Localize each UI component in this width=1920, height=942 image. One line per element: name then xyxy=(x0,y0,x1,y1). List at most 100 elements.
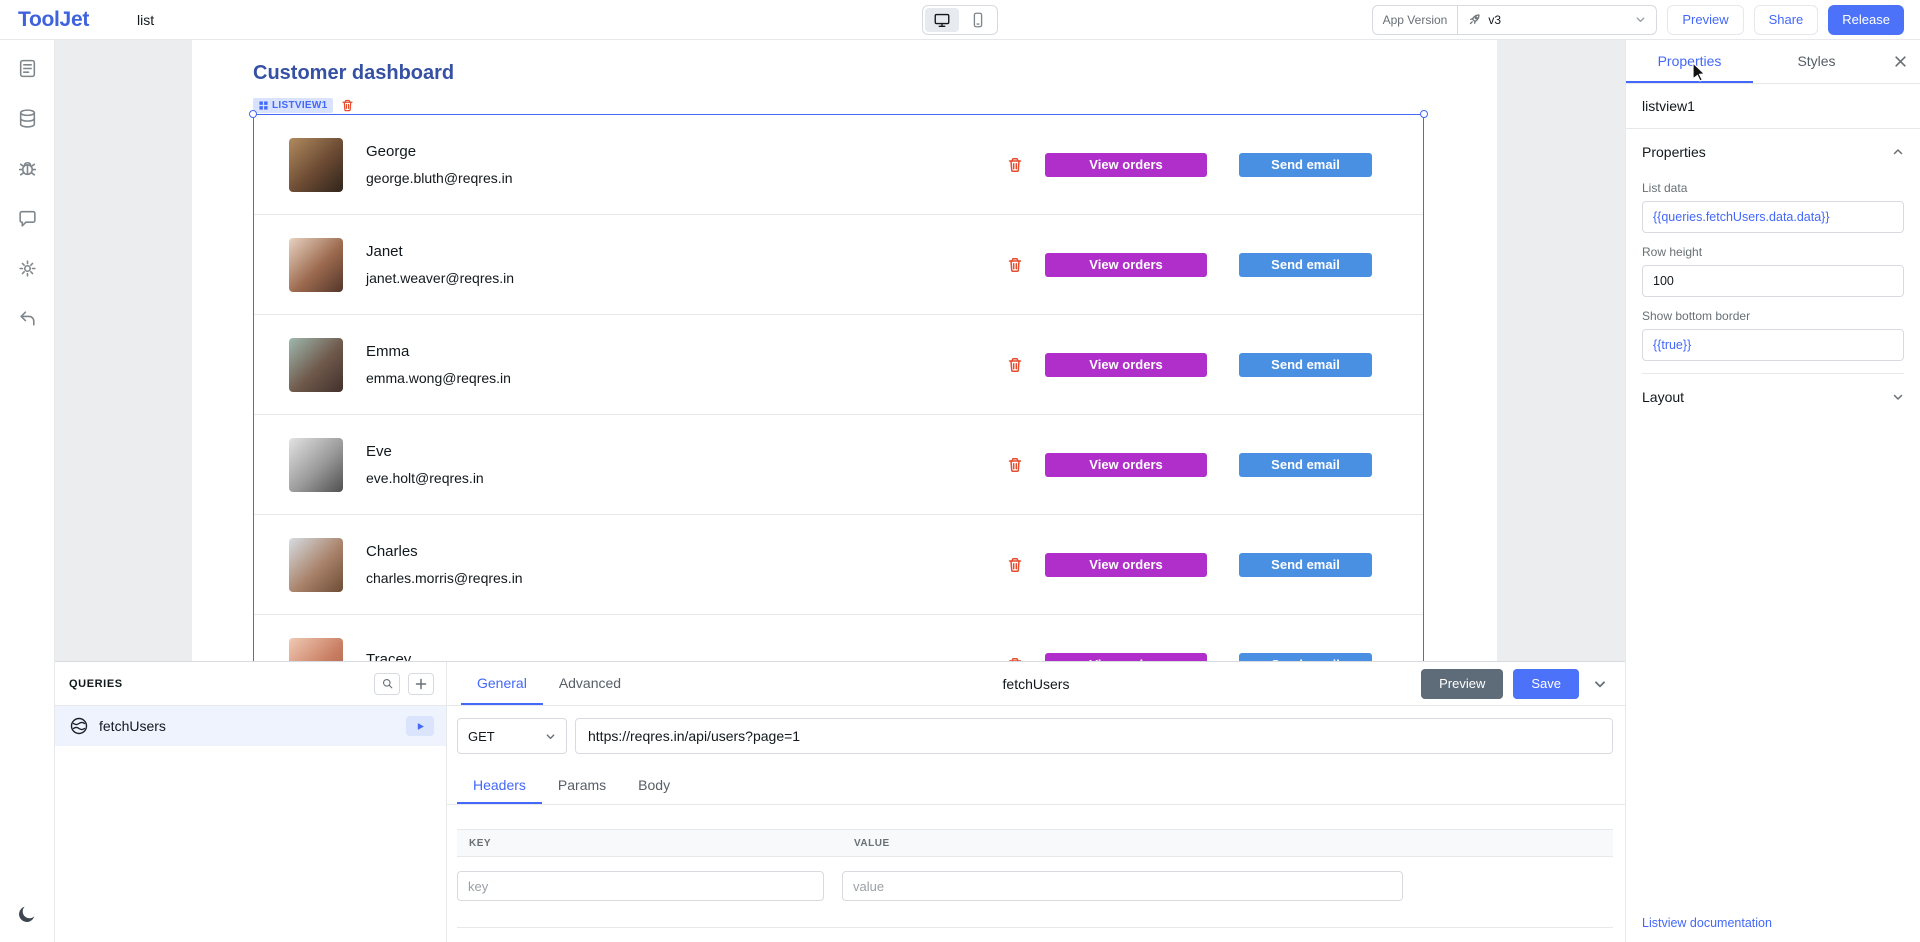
grid-icon xyxy=(259,101,268,110)
chevron-down-icon xyxy=(1892,391,1904,403)
inspector-panel: Properties Styles listview1 Properties L… xyxy=(1625,40,1920,942)
widget-badge[interactable]: LISTVIEW1 xyxy=(253,98,333,113)
documentation-link[interactable]: Listview documentation xyxy=(1626,904,1920,942)
pages-icon xyxy=(17,58,38,79)
view-orders-button[interactable]: View orders xyxy=(1045,353,1207,377)
delete-row-icon[interactable] xyxy=(1007,557,1023,573)
tab-params[interactable]: Params xyxy=(542,768,622,804)
comments-button[interactable] xyxy=(15,206,39,230)
query-list-item[interactable]: fetchUsers xyxy=(55,706,446,746)
send-email-button[interactable]: Send email xyxy=(1239,353,1372,377)
properties-section-title: Properties xyxy=(1642,144,1706,160)
delete-row-icon[interactable] xyxy=(1007,357,1023,373)
query-save-button[interactable]: Save xyxy=(1513,669,1579,699)
dark-mode-toggle[interactable] xyxy=(15,902,39,926)
customer-name: Emma xyxy=(366,343,511,360)
delete-row-icon[interactable] xyxy=(1007,457,1023,473)
http-method-select[interactable]: GET xyxy=(457,718,567,754)
device-toggle xyxy=(922,5,998,35)
listview-widget[interactable]: George george.bluth@reqres.in View order… xyxy=(253,114,1424,718)
settings-button[interactable] xyxy=(15,256,39,280)
tab-headers[interactable]: Headers xyxy=(457,768,542,804)
request-tabs: Headers Params Body xyxy=(447,768,1625,805)
view-orders-button[interactable]: View orders xyxy=(1045,453,1207,477)
row-height-input[interactable]: 100 xyxy=(1642,265,1904,297)
undo-icon xyxy=(17,308,38,329)
release-button[interactable]: Release xyxy=(1828,5,1904,35)
search-icon xyxy=(381,677,394,690)
share-button[interactable]: Share xyxy=(1754,5,1819,35)
database-icon xyxy=(17,108,38,129)
pages-panel-button[interactable] xyxy=(15,56,39,80)
tab-properties[interactable]: Properties xyxy=(1626,40,1753,83)
list-item: Charles charles.morris@reqres.in View or… xyxy=(254,515,1423,615)
view-orders-button[interactable]: View orders xyxy=(1045,253,1207,277)
debugger-button[interactable] xyxy=(15,156,39,180)
list-item: Janet janet.weaver@reqres.in View orders… xyxy=(254,215,1423,315)
selected-widget-name: listview1 xyxy=(1626,84,1920,129)
query-panel: QUERIES fetchUsers xyxy=(55,661,1625,942)
tab-styles[interactable]: Styles xyxy=(1753,40,1880,83)
tab-general[interactable]: General xyxy=(461,662,543,705)
search-queries-button[interactable] xyxy=(374,673,400,695)
tab-advanced[interactable]: Advanced xyxy=(543,662,637,705)
avatar xyxy=(289,138,343,192)
inspector-tabs: Properties Styles xyxy=(1626,40,1920,84)
send-email-button[interactable]: Send email xyxy=(1239,553,1372,577)
delete-widget-icon[interactable] xyxy=(341,99,354,112)
delete-row-icon[interactable] xyxy=(1007,257,1023,273)
widget-meta: LISTVIEW1 xyxy=(253,98,354,113)
undo-button[interactable] xyxy=(15,306,39,330)
resize-handle[interactable] xyxy=(1420,110,1428,118)
close-inspector-button[interactable] xyxy=(1880,40,1920,83)
header-value-input[interactable] xyxy=(842,871,1403,901)
mobile-view-button[interactable] xyxy=(961,8,995,32)
app-name[interactable]: list xyxy=(137,12,154,28)
show-bottom-border-input[interactable]: {{true}} xyxy=(1642,329,1904,361)
query-preview-button[interactable]: Preview xyxy=(1421,669,1503,699)
customer-name: Eve xyxy=(366,443,484,460)
value-column-header: VALUE xyxy=(854,838,1613,849)
properties-section-header[interactable]: Properties xyxy=(1642,129,1904,175)
datasources-button[interactable] xyxy=(15,106,39,130)
run-query-button[interactable] xyxy=(406,716,434,736)
moon-icon xyxy=(16,903,38,925)
layout-section-header[interactable]: Layout xyxy=(1642,374,1904,420)
customer-info: Janet janet.weaver@reqres.in xyxy=(366,243,514,286)
collapse-panel-icon[interactable] xyxy=(1589,673,1611,695)
preview-button[interactable]: Preview xyxy=(1667,5,1743,35)
customer-email: charles.morris@reqres.in xyxy=(366,570,523,586)
query-url-input[interactable] xyxy=(575,718,1613,754)
send-email-button[interactable]: Send email xyxy=(1239,453,1372,477)
desktop-view-button[interactable] xyxy=(925,8,959,32)
send-email-button[interactable]: Send email xyxy=(1239,253,1372,277)
customer-info: George george.bluth@reqres.in xyxy=(366,143,513,186)
list-data-label: List data xyxy=(1642,181,1904,195)
customer-info: Charles charles.morris@reqres.in xyxy=(366,543,523,586)
row-actions: View orders Send email xyxy=(1007,353,1372,377)
key-column-header: KEY xyxy=(457,838,854,849)
app-version-select[interactable]: v3 xyxy=(1458,6,1656,34)
chat-icon xyxy=(17,208,38,229)
list-item: George george.bluth@reqres.in View order… xyxy=(254,115,1423,215)
tab-body[interactable]: Body xyxy=(622,768,686,804)
queries-list-panel: QUERIES fetchUsers xyxy=(55,662,447,942)
list-data-input[interactable]: {{queries.fetchUsers.data.data}} xyxy=(1642,201,1904,233)
resize-handle[interactable] xyxy=(249,110,257,118)
request-url-row: GET xyxy=(457,718,1613,754)
query-title[interactable]: fetchUsers xyxy=(1003,662,1070,706)
widget-badge-label: LISTVIEW1 xyxy=(272,100,327,111)
send-email-button[interactable]: Send email xyxy=(1239,153,1372,177)
top-bar: ToolJet list App Version v3 xyxy=(0,0,1920,40)
delete-row-icon[interactable] xyxy=(1007,157,1023,173)
view-orders-button[interactable]: View orders xyxy=(1045,553,1207,577)
avatar xyxy=(289,238,343,292)
header-key-input[interactable] xyxy=(457,871,824,901)
add-query-button[interactable] xyxy=(408,673,434,695)
layout-section-title: Layout xyxy=(1642,389,1684,405)
canvas-heading[interactable]: Customer dashboard xyxy=(253,62,454,85)
view-orders-button[interactable]: View orders xyxy=(1045,153,1207,177)
editor-canvas-area: Customer dashboard LISTVIEW1 George xyxy=(55,40,1625,942)
list-item: Eve eve.holt@reqres.in View orders Send … xyxy=(254,415,1423,515)
query-editor-header: General Advanced fetchUsers Preview Save xyxy=(447,662,1625,706)
